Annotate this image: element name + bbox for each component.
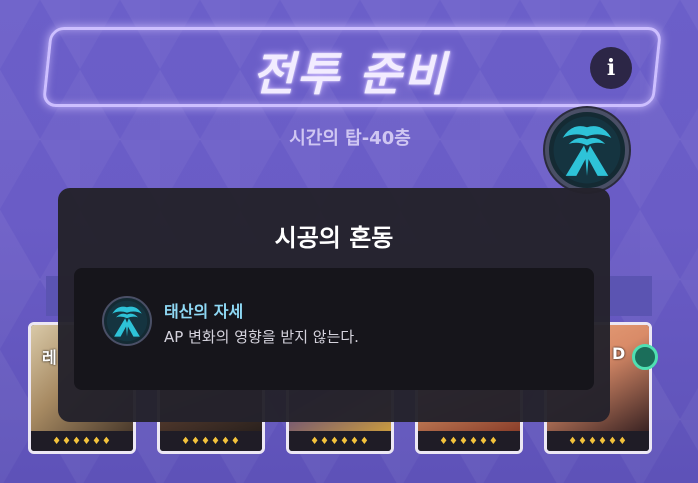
star-rating: ♦♦♦♦♦♦ <box>160 431 262 451</box>
skill-name: 태산의 자세 <box>164 302 244 321</box>
star-rating: ♦♦♦♦♦♦ <box>289 431 391 451</box>
star-rating: ♦♦♦♦♦♦ <box>418 431 520 451</box>
info-button[interactable]: i <box>590 47 632 89</box>
skill-entry: 태산의 자세 AP 변화의 영향을 받지 않는다. <box>74 268 594 390</box>
stage-label: 시간의 탑-40층 <box>289 128 411 149</box>
page-title: 전투 준비 <box>252 47 448 101</box>
skill-description: AP 변화의 영향을 받지 않는다. <box>164 328 359 346</box>
effect-popup[interactable]: 시공의 혼동 태산의 자세 AP 변화의 영향을 받지 않는다. <box>58 188 610 422</box>
swirl-badge-icon <box>632 344 658 370</box>
card-name-label: 레 <box>42 348 57 367</box>
star-rating: ♦♦♦♦♦♦ <box>547 431 649 451</box>
mountain-emblem-icon <box>102 296 152 346</box>
card-name-label: D <box>612 344 626 363</box>
popup-title: 시공의 혼동 <box>274 224 394 252</box>
star-rating: ♦♦♦♦♦♦ <box>31 431 133 451</box>
mountain-emblem-icon[interactable] <box>545 108 629 192</box>
